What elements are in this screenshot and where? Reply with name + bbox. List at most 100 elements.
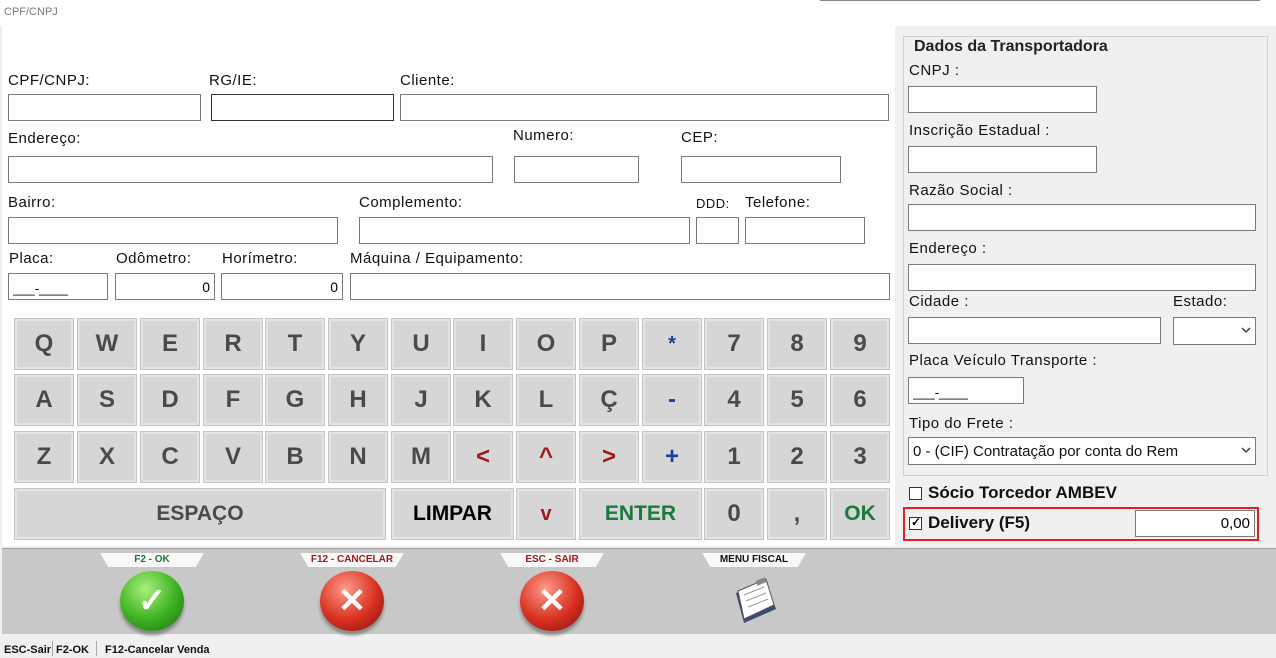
t-estado-select[interactable] bbox=[1173, 317, 1256, 345]
socio-checkbox-box[interactable] bbox=[909, 486, 922, 500]
key-down[interactable]: v bbox=[516, 488, 576, 540]
cpf-label: CPF/CNPJ: bbox=[8, 72, 91, 89]
key-4[interactable]: 4 bbox=[704, 374, 764, 426]
horimetro-input[interactable] bbox=[221, 273, 343, 300]
key-minus[interactable]: - bbox=[642, 374, 702, 426]
t-endereco-label: Endereço : bbox=[909, 240, 987, 257]
key-q[interactable]: Q bbox=[14, 318, 74, 370]
t-placa-input[interactable] bbox=[908, 377, 1024, 404]
status-divider bbox=[96, 641, 97, 656]
key-x[interactable]: X bbox=[77, 431, 137, 483]
key-n[interactable]: N bbox=[328, 431, 388, 483]
transportadora-panel: Dados da Transportadora CNPJ : Inscrição… bbox=[895, 26, 1276, 546]
key-7[interactable]: 7 bbox=[704, 318, 764, 370]
key-c[interactable]: C bbox=[140, 431, 200, 483]
ok-button-label: F2 - OK bbox=[100, 553, 204, 567]
cliente-panel: CPF/CNPJ: RG/IE: Cliente: Endereço: Nume… bbox=[2, 26, 895, 546]
t-ie-label: Inscrição Estadual : bbox=[909, 122, 1050, 139]
delivery-value-input[interactable] bbox=[1135, 510, 1255, 537]
window-title: CPF/CNPJ bbox=[4, 6, 58, 18]
t-cnpj-input[interactable] bbox=[908, 86, 1097, 113]
key-p[interactable]: P bbox=[579, 318, 639, 370]
key-f[interactable]: F bbox=[203, 374, 263, 426]
key-plus[interactable]: + bbox=[642, 431, 702, 483]
telefone-input[interactable] bbox=[745, 217, 865, 244]
key-asterisk[interactable]: * bbox=[642, 318, 702, 370]
cpf-input[interactable] bbox=[8, 94, 201, 121]
status-bar: ESC-Sair F2-OK F12-Cancelar Venda bbox=[0, 638, 1276, 658]
maquina-input[interactable] bbox=[350, 273, 890, 300]
key-2[interactable]: 2 bbox=[767, 431, 827, 483]
key-z[interactable]: Z bbox=[14, 431, 74, 483]
t-razao-input[interactable] bbox=[908, 204, 1256, 231]
cliente-input[interactable] bbox=[400, 94, 889, 121]
placa-input[interactable] bbox=[8, 273, 108, 300]
key-c-cedilla[interactable]: Ç bbox=[579, 374, 639, 426]
key-j[interactable]: J bbox=[391, 374, 451, 426]
enter-key[interactable]: ENTER bbox=[579, 488, 702, 540]
key-up[interactable]: ^ bbox=[516, 431, 576, 483]
t-endereco-input[interactable] bbox=[908, 264, 1256, 291]
complemento-label: Complemento: bbox=[359, 194, 463, 211]
key-1[interactable]: 1 bbox=[704, 431, 764, 483]
t-placa-label: Placa Veículo Transporte : bbox=[909, 352, 1098, 369]
fiscal-menu-button[interactable]: MENU FISCAL bbox=[702, 553, 806, 633]
cep-label: CEP: bbox=[681, 129, 719, 146]
key-r[interactable]: R bbox=[203, 318, 263, 370]
key-left[interactable]: < bbox=[453, 431, 513, 483]
key-s[interactable]: S bbox=[77, 374, 137, 426]
key-0[interactable]: 0 bbox=[704, 488, 764, 540]
key-b[interactable]: B bbox=[265, 431, 325, 483]
socio-checkbox[interactable]: Sócio Torcedor AMBEV bbox=[909, 483, 1117, 503]
key-3[interactable]: 3 bbox=[830, 431, 890, 483]
key-d[interactable]: D bbox=[140, 374, 200, 426]
key-i[interactable]: I bbox=[453, 318, 513, 370]
key-o[interactable]: O bbox=[516, 318, 576, 370]
rg-label: RG/IE: bbox=[209, 72, 258, 89]
key-k[interactable]: K bbox=[453, 374, 513, 426]
key-8[interactable]: 8 bbox=[767, 318, 827, 370]
t-frete-select[interactable]: 0 - (CIF) Contratação por conta do Rem bbox=[908, 437, 1256, 465]
socio-label: Sócio Torcedor AMBEV bbox=[928, 483, 1117, 502]
odometro-input[interactable] bbox=[115, 273, 215, 300]
ok-button[interactable]: F2 - OK ✓ bbox=[100, 553, 204, 633]
numero-input[interactable] bbox=[514, 156, 639, 183]
rg-input[interactable] bbox=[211, 94, 394, 121]
key-h[interactable]: H bbox=[328, 374, 388, 426]
key-v[interactable]: V bbox=[203, 431, 263, 483]
exit-button[interactable]: ESC - SAIR ✕ bbox=[500, 553, 604, 633]
status-divider bbox=[52, 641, 53, 656]
key-y[interactable]: Y bbox=[328, 318, 388, 370]
t-cidade-input[interactable] bbox=[908, 317, 1161, 344]
endereco-input[interactable] bbox=[8, 156, 493, 183]
t-ie-input[interactable] bbox=[908, 146, 1097, 173]
key-w[interactable]: W bbox=[77, 318, 137, 370]
cep-input[interactable] bbox=[681, 156, 841, 183]
key-6[interactable]: 6 bbox=[830, 374, 890, 426]
space-key[interactable]: ESPAÇO bbox=[14, 488, 386, 540]
key-5[interactable]: 5 bbox=[767, 374, 827, 426]
key-9[interactable]: 9 bbox=[830, 318, 890, 370]
key-g[interactable]: G bbox=[265, 374, 325, 426]
key-a[interactable]: A bbox=[14, 374, 74, 426]
key-m[interactable]: M bbox=[391, 431, 451, 483]
telefone-label: Telefone: bbox=[745, 194, 811, 211]
key-comma[interactable]: , bbox=[767, 488, 827, 540]
complemento-input[interactable] bbox=[359, 217, 690, 244]
clear-key[interactable]: LIMPAR bbox=[391, 488, 514, 540]
key-t[interactable]: T bbox=[265, 318, 325, 370]
bairro-input[interactable] bbox=[8, 217, 338, 244]
key-e[interactable]: E bbox=[140, 318, 200, 370]
transportadora-title: Dados da Transportadora bbox=[912, 38, 1110, 56]
delivery-checkbox-box[interactable] bbox=[909, 515, 922, 530]
key-l[interactable]: L bbox=[516, 374, 576, 426]
ddd-label: DDD: bbox=[696, 196, 730, 211]
cancel-button[interactable]: F12 - CANCELAR ✕ bbox=[300, 553, 404, 633]
titlebar-line bbox=[820, 0, 1260, 1]
key-right[interactable]: > bbox=[579, 431, 639, 483]
ddd-input[interactable] bbox=[696, 217, 739, 244]
ok-key[interactable]: OK bbox=[830, 488, 890, 540]
key-u[interactable]: U bbox=[391, 318, 451, 370]
odometro-label: Odômetro: bbox=[116, 250, 192, 267]
delivery-checkbox[interactable]: Delivery (F5) bbox=[909, 513, 1030, 533]
